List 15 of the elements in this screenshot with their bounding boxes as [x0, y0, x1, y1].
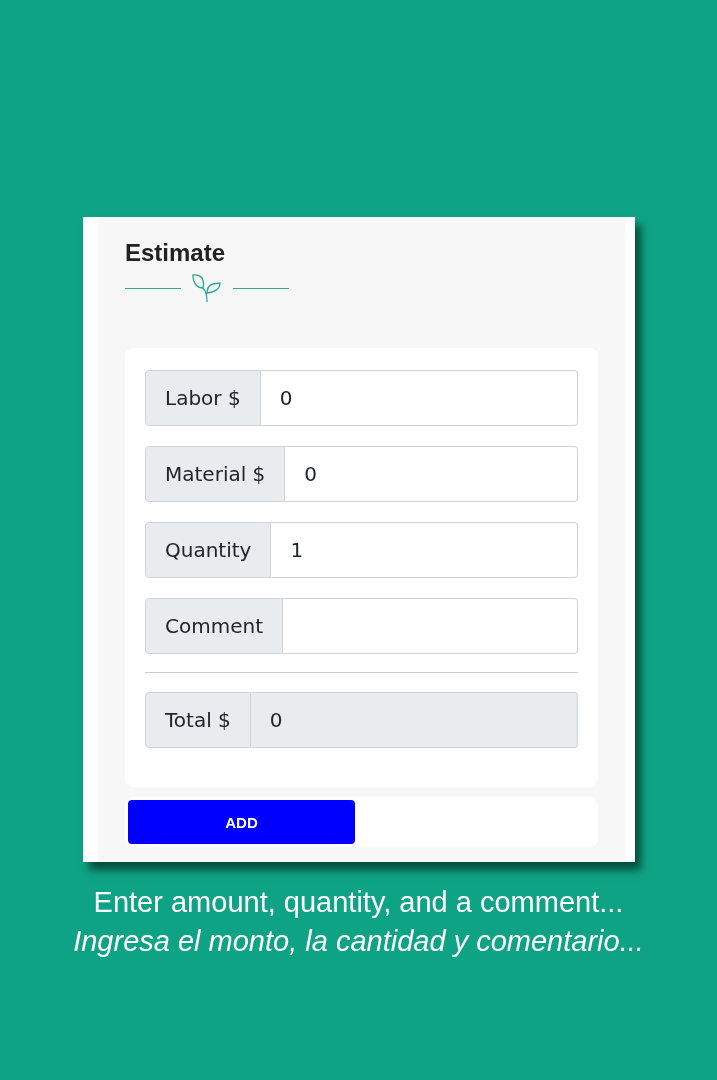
input-field[interactable]: 0	[260, 370, 578, 426]
input-field[interactable]: 0	[285, 446, 578, 502]
total-field[interactable]: 0	[250, 692, 578, 748]
sprout-icon	[191, 273, 223, 303]
caption-text: Ingresa el monto, la cantidad y comentario...	[72, 925, 645, 958]
caption-text: Enter amount, quantity, and a comment...	[92, 886, 625, 919]
field-label: Material $	[145, 446, 286, 502]
field-label: Labor $	[145, 370, 261, 426]
panel-title: Estimate	[125, 239, 227, 268]
field-label: Quantity	[145, 522, 272, 578]
field-label: Comment	[145, 598, 283, 654]
input-field[interactable]: 1	[271, 522, 578, 578]
add-button[interactable]: ADD	[128, 800, 355, 844]
field-label: Total $	[145, 692, 251, 748]
input-field[interactable]	[283, 598, 578, 654]
